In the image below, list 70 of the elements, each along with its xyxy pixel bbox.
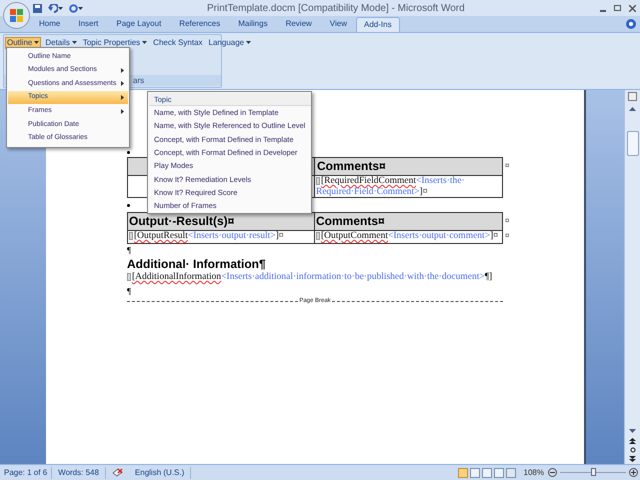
ribbon-tab[interactable]: Add-Ins: [356, 17, 400, 32]
toolbar-dropdown-button[interactable]: Topic Properties: [80, 36, 150, 48]
toolbar-dropdown-button[interactable]: Language: [206, 36, 254, 48]
select-browse-object-icon[interactable]: [630, 447, 636, 453]
paragraph-mark: ¶: [127, 285, 132, 297]
submenu-arrow-icon: [121, 108, 124, 114]
toolbar-dropdown-button[interactable]: Details: [43, 36, 79, 48]
restore-icon[interactable]: [614, 5, 621, 11]
ribbon-tab[interactable]: References: [170, 17, 230, 32]
draft-view-icon[interactable]: [506, 468, 516, 478]
submenu-arrow-icon: [121, 68, 124, 73]
office-logo-icon: [10, 9, 23, 22]
language-status[interactable]: English (U.S.): [128, 466, 192, 478]
table-header-cell: Comments¤: [315, 213, 502, 230]
help-icon[interactable]: [626, 19, 636, 29]
content-control-field[interactable]: [OutputComment<Inserts·output·comment>]¤: [316, 231, 501, 242]
ribbon-tab[interactable]: Insert: [69, 17, 108, 32]
content-control-field[interactable]: [AdditionalInformation<Inserts·additional·information·to·be·published·with·the·document>¶]: [127, 272, 492, 283]
zoom-slider-thumb[interactable]: [590, 468, 596, 476]
ribbon-tab[interactable]: Page Layout: [107, 17, 170, 32]
toolbar-dropdown-button[interactable]: Outline: [5, 36, 42, 48]
row-end-mark: ¤: [505, 215, 510, 227]
ribbon-tab[interactable]: Review: [276, 17, 321, 32]
table-header-cell: Comments¤: [314, 158, 502, 175]
row-end-mark: ¤: [505, 230, 510, 242]
format-mark-icon: [127, 150, 130, 154]
zoom-level[interactable]: 108%: [520, 466, 548, 478]
toolbar-dropdown-button[interactable]: Check Syntax: [151, 36, 205, 48]
ruler-icon[interactable]: [628, 92, 637, 101]
submenu-arrow-icon: [121, 81, 124, 86]
page-count[interactable]: Page: 1 of 6: [0, 466, 52, 478]
scroll-down-arrow-icon[interactable]: [629, 429, 636, 433]
section-heading: Additional· Information¶: [127, 256, 266, 272]
content-control-handle-icon: [129, 232, 133, 240]
content-control-handle-icon: [127, 272, 131, 281]
window-title: PrintTemplate.docm [Compatibility Mode] - Microsoft Word: [207, 2, 465, 16]
next-page-icon[interactable]: [629, 456, 636, 462]
save-icon[interactable]: [33, 4, 42, 12]
outline-view-icon[interactable]: [494, 468, 504, 478]
ribbon-tab[interactable]: Home: [30, 17, 70, 32]
content-control-field[interactable]: [RequiredFieldComment<Inserts·the·Required·Field·Comment>]¤: [316, 176, 501, 198]
ribbon-tab[interactable]: View: [320, 17, 356, 32]
scroll-thumb[interactable]: [626, 131, 638, 156]
dropdown-caret-icon: [142, 41, 148, 44]
undo-caret-icon: [58, 6, 63, 10]
ribbon-tab[interactable]: Mailings: [229, 17, 277, 32]
previous-page-icon[interactable]: [629, 438, 636, 444]
dropdown-caret-icon: [246, 41, 252, 44]
content-control-handle-icon: [316, 232, 320, 240]
dropdown-caret-icon: [34, 41, 40, 44]
submenu-arrow-icon: [121, 95, 124, 100]
zoom-out-icon[interactable]: [548, 468, 557, 477]
format-mark-icon: [127, 204, 130, 206]
dropdown-caret-icon: [72, 41, 77, 44]
full-screen-reading-view-icon[interactable]: [470, 468, 480, 478]
table-header-cell: Output·-Result(s)¤: [128, 213, 315, 230]
content-control-handle-icon: [316, 176, 320, 185]
scroll-up-arrow-icon[interactable]: [629, 107, 636, 111]
row-end-mark: ¤: [505, 160, 510, 172]
group-label: ars: [133, 76, 144, 85]
content-control-field[interactable]: [OutputResult<Inserts·output·result>]¤: [129, 231, 313, 242]
customize-caret-icon: [78, 6, 83, 10]
close-icon[interactable]: [629, 4, 636, 12]
proofing-icon[interactable]: [112, 468, 123, 477]
vertical-scrollbar[interactable]: [624, 90, 640, 464]
word-count[interactable]: Words: 548: [52, 466, 106, 478]
undo-icon[interactable]: [48, 4, 58, 12]
paragraph-mark: ¶: [127, 244, 132, 256]
web-layout-view-icon[interactable]: [482, 468, 492, 478]
zoom-in-icon[interactable]: [629, 468, 638, 477]
